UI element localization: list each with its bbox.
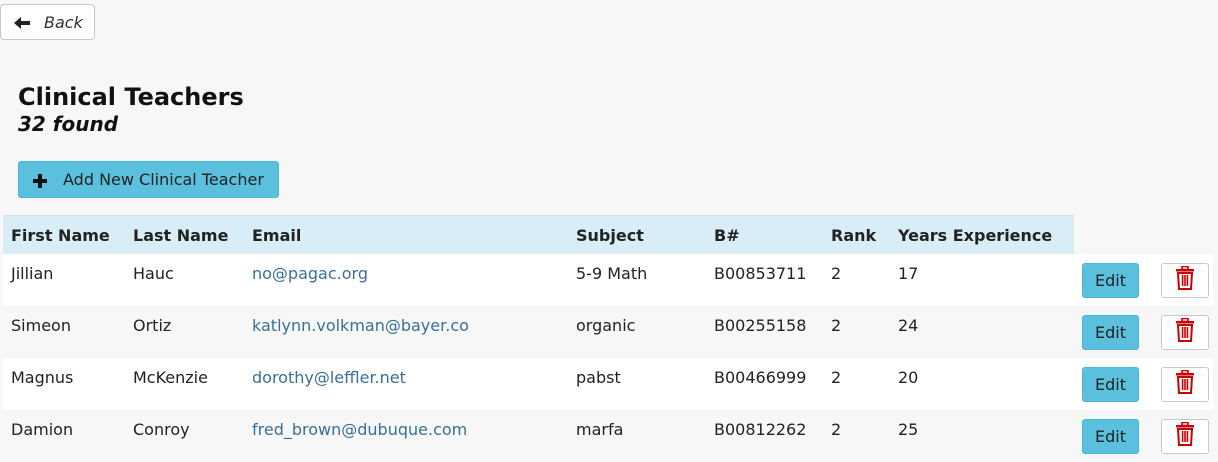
table-header-row: First Name Last Name Email Subject B# Ra… [3,215,1213,255]
table-row: Simeon Ortiz katlynn.volkman@bayer.co or… [3,306,1213,358]
table-row: Jillian Hauc no@pagac.org 5-9 Math B0085… [3,254,1213,306]
delete-button[interactable] [1161,262,1209,298]
result-count: 32 found [18,112,119,136]
back-button[interactable]: Back [0,4,95,40]
last-name-cell: Conroy [125,410,244,462]
back-label: Back [44,12,83,32]
teachers-table: First Name Last Name Email Subject B# Ra… [3,215,1213,462]
page-title: Clinical Teachers [18,83,244,111]
actions-header [1153,216,1213,255]
table-row: Magnus McKenzie dorothy@leffler.net pabs… [3,358,1213,410]
add-teacher-button[interactable]: Add New Clinical Teacher [18,161,279,198]
email-link[interactable]: dorothy@leffler.net [252,368,406,387]
rank-cell: 2 [823,410,890,462]
trash-icon [1175,265,1195,294]
trash-icon [1175,317,1195,346]
table-row: Damion Conroy fred_brown@dubuque.com mar… [3,410,1213,462]
email-link[interactable]: no@pagac.org [252,264,368,283]
rank-cell: 2 [823,306,890,358]
years-cell: 25 [890,410,1074,462]
column-header[interactable]: Years Experience [890,215,1074,254]
add-teacher-label: Add New Clinical Teacher [63,170,264,189]
delete-button[interactable] [1161,366,1209,402]
trash-icon [1175,369,1195,398]
column-header[interactable]: Subject [568,215,706,254]
bnumber-cell: B00255158 [706,306,823,358]
email-link[interactable]: fred_brown@dubuque.com [252,420,467,439]
rank-cell: 2 [823,254,890,306]
email-link[interactable]: katlynn.volkman@bayer.co [252,316,469,335]
column-header[interactable]: Rank [823,215,890,254]
bnumber-cell: B00853711 [706,254,823,306]
edit-button[interactable]: Edit [1082,262,1139,298]
rank-cell: 2 [823,358,890,410]
bnumber-cell: B00812262 [706,410,823,462]
actions-header [1074,216,1153,255]
column-header[interactable]: Email [244,215,568,254]
arrow-left-icon [14,15,32,29]
last-name-cell: Hauc [125,254,244,306]
first-name-cell: Jillian [3,254,125,306]
years-cell: 17 [890,254,1074,306]
years-cell: 24 [890,306,1074,358]
years-cell: 20 [890,358,1074,410]
plus-icon [33,173,47,188]
edit-button[interactable]: Edit [1082,314,1139,350]
last-name-cell: Ortiz [125,306,244,358]
first-name-cell: Damion [3,410,125,462]
subject-cell: marfa [568,410,706,462]
trash-icon [1175,421,1195,450]
first-name-cell: Magnus [3,358,125,410]
column-header[interactable]: Last Name [125,215,244,254]
subject-cell: 5-9 Math [568,254,706,306]
subject-cell: organic [568,306,706,358]
edit-button[interactable]: Edit [1082,366,1139,402]
column-header[interactable]: B# [706,215,823,254]
column-header[interactable]: First Name [3,215,125,254]
subject-cell: pabst [568,358,706,410]
delete-button[interactable] [1161,418,1209,454]
bnumber-cell: B00466999 [706,358,823,410]
delete-button[interactable] [1161,314,1209,350]
last-name-cell: McKenzie [125,358,244,410]
first-name-cell: Simeon [3,306,125,358]
edit-button[interactable]: Edit [1082,418,1139,454]
